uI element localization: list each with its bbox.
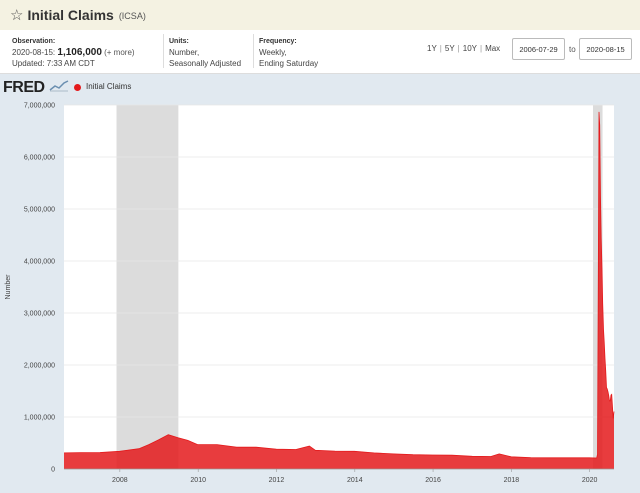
units-line2: Seasonally Adjusted [169, 59, 242, 68]
end-date-input[interactable] [579, 38, 632, 60]
y-tick-label: 7,000,000 [24, 103, 55, 110]
range-1y[interactable]: 1Y [427, 44, 437, 53]
observation-label: Observation: [12, 38, 56, 45]
more-link[interactable]: (+ more) [104, 48, 134, 57]
units-line1: Number, [169, 48, 200, 57]
recession-band [116, 105, 179, 469]
range-max[interactable]: Max [485, 44, 500, 53]
y-axis-title: Number [5, 274, 12, 300]
y-tick-label: 3,000,000 [24, 311, 55, 318]
frequency-line1: Weekly, [259, 48, 287, 57]
frequency-line2: Ending Saturday [259, 59, 319, 68]
range-separator: | [457, 44, 460, 53]
x-tick-label: 2016 [425, 477, 441, 484]
x-tick-label: 2008 [112, 477, 128, 484]
series-title: Initial Claims [27, 7, 114, 23]
x-tick-label: 2020 [582, 477, 598, 484]
frequency-label: Frequency: [259, 38, 297, 45]
observation-block: Observation: 2020-08-15: 1,106,000 (+ mo… [12, 36, 135, 69]
chart-plot: 0 1,000,000 2,000,000 3,000,000 4,000,000 5,0… [5, 103, 615, 484]
y-tick-label: 5,000,000 [24, 207, 55, 214]
updated-time: Updated: 7:33 AM CDT [12, 59, 95, 68]
observation-date: 2020-08-15: [12, 48, 56, 57]
star-icon[interactable]: ☆ [10, 8, 23, 23]
observation-value: 1,106,000 [57, 47, 102, 58]
range-links: 1Y | 5Y | 10Y | Max [427, 44, 500, 53]
y-tick-label: 2,000,000 [24, 363, 55, 370]
y-tick-label: 4,000,000 [24, 259, 55, 266]
series-id: (ICSA) [118, 11, 146, 21]
range-separator: | [439, 44, 442, 53]
range-separator: | [479, 44, 483, 53]
to-label: to [569, 45, 576, 54]
range-10y[interactable]: 10Y [463, 44, 477, 53]
title-bar: ☆ Initial Claims (ICSA) [0, 0, 640, 30]
start-date-input[interactable] [512, 38, 565, 60]
x-tick-label: 2010 [190, 477, 206, 484]
x-tick-label: 2014 [347, 477, 363, 484]
units-block: Units: Number, Seasonally Adjusted [163, 34, 241, 68]
x-tick-label: 2012 [269, 477, 285, 484]
y-tick-label: 1,000,000 [24, 415, 55, 422]
y-tick-label: 0 [51, 467, 55, 474]
units-label: Units: [169, 38, 189, 45]
x-tick-label: 2018 [504, 477, 520, 484]
frequency-block: Frequency: Weekly, Ending Saturday [253, 34, 318, 68]
y-tick-label: 6,000,000 [24, 155, 55, 162]
range-5y[interactable]: 5Y [445, 44, 455, 53]
